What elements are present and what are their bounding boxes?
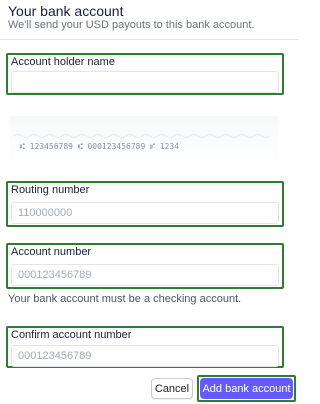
check-illustration	[10, 116, 278, 166]
add-bank-account-highlight: Add bank account	[197, 375, 296, 402]
checking-account-note: Your bank account must be a checking acc…	[8, 293, 242, 305]
check-account-number: 000123456789	[87, 142, 146, 151]
bank-account-form: Your bank account We'll send your USD pa…	[0, 0, 299, 404]
check-numbers: ⑆ 123456789 ⑆ 000123456789 ⑈ 1234	[20, 142, 179, 151]
add-bank-account-button[interactable]: Add bank account	[200, 378, 293, 399]
page-title: Your bank account	[8, 3, 124, 19]
page-subtitle: We'll send your USD payouts to this bank…	[8, 19, 255, 31]
confirm-account-number-field: Confirm account number	[6, 326, 284, 368]
account-holder-input[interactable]	[11, 71, 279, 93]
check-routing-number: 123456789	[29, 142, 73, 151]
account-holder-field: Account holder name	[6, 53, 284, 95]
check-number-symbol-icon: ⑈	[150, 142, 155, 151]
account-number-field: Account number	[6, 243, 284, 289]
account-number-label: Account number	[11, 246, 92, 258]
confirm-account-number-label: Confirm account number	[11, 329, 132, 341]
check-number: 1234	[159, 142, 179, 151]
confirm-account-number-input[interactable]	[11, 345, 279, 367]
account-number-input[interactable]	[11, 264, 279, 286]
routing-number-field: Routing number	[6, 181, 284, 227]
cancel-button[interactable]: Cancel	[151, 378, 193, 399]
account-symbol-icon: ⑆	[77, 142, 83, 151]
header-divider	[0, 39, 299, 40]
account-holder-label: Account holder name	[11, 56, 115, 68]
routing-number-label: Routing number	[11, 184, 90, 196]
routing-number-input[interactable]	[11, 202, 279, 224]
routing-symbol-icon: ⑆	[20, 142, 25, 151]
